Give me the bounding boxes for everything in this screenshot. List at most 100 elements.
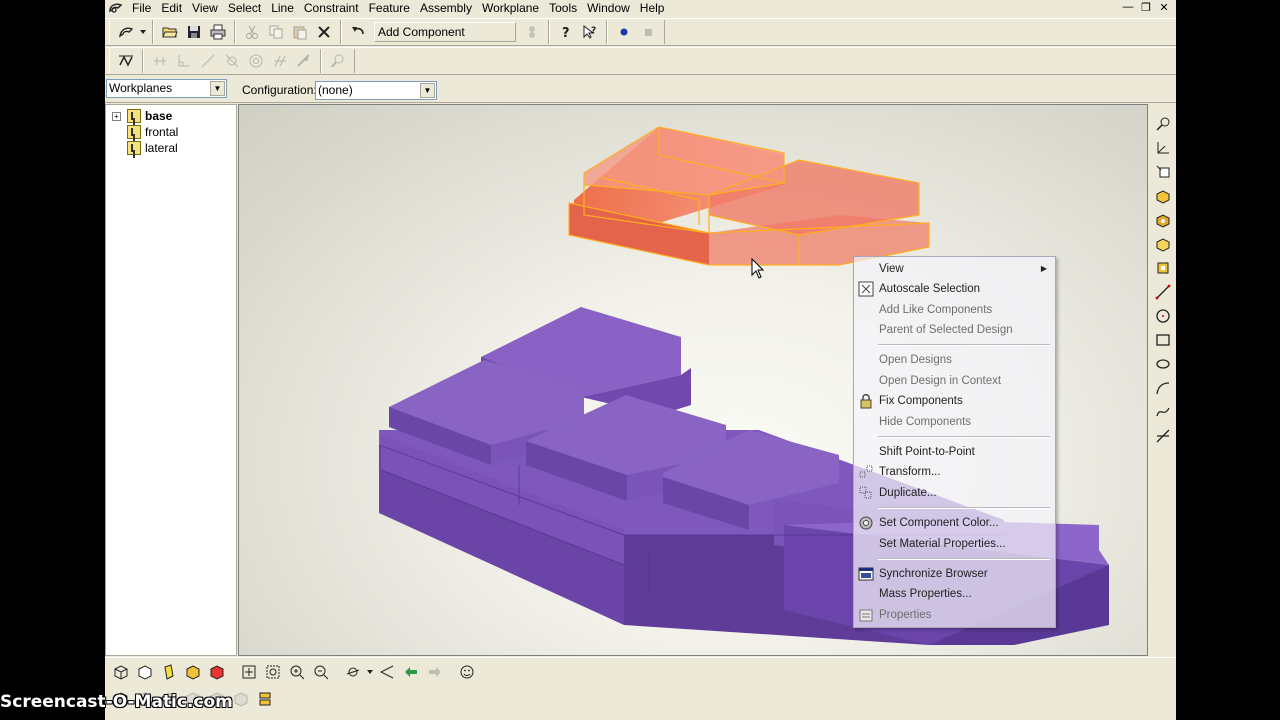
previous-view-icon[interactable] [399,661,423,683]
menu-item-set-component-color[interactable]: Set Component Color... [854,513,1055,533]
stop-icon[interactable] [636,21,660,43]
undo-icon[interactable] [346,21,370,43]
workplane-tool-icon[interactable] [1149,160,1176,184]
menu-item-mass-properties[interactable]: Mass Properties... [854,584,1055,604]
delete-icon[interactable] [312,21,336,43]
concentric-icon[interactable] [244,50,268,72]
menu-select[interactable]: Select [223,0,266,16]
hidden-line-view-icon[interactable] [133,661,157,683]
menu-item-duplicate[interactable]: Duplicate... [854,483,1055,503]
sketch-tool-icon[interactable] [114,21,138,43]
workplanes-select[interactable]: Workplanes ▼ [106,79,227,98]
restore-icon[interactable]: ❐ [1138,0,1154,14]
arc-tool-icon[interactable] [1149,376,1176,400]
record-icon[interactable] [612,21,636,43]
render-view-icon[interactable] [205,661,229,683]
zoom-window-icon[interactable] [261,661,285,683]
menu-item-parent-of-selected-design[interactable]: Parent of Selected Design [854,320,1055,340]
extrude-icon[interactable] [1149,184,1176,208]
coincident-icon[interactable] [292,50,316,72]
spline-tool-icon[interactable] [1149,400,1176,424]
context-help-icon[interactable]: ? [578,21,602,43]
paste-icon[interactable] [288,21,312,43]
menu-item-view[interactable]: View ▶ [854,259,1055,279]
menu-item-properties[interactable]: Properties [854,605,1055,625]
copy-icon[interactable] [264,21,288,43]
open-folder-icon[interactable] [158,21,182,43]
rotate-view-icon[interactable] [341,661,365,683]
shaded-edges-view-icon[interactable] [181,661,205,683]
menu-workplane[interactable]: Workplane [477,0,544,16]
perpendicular-icon[interactable] [172,50,196,72]
expand-icon[interactable]: + [112,111,121,121]
chevron-down-icon[interactable]: ▼ [420,83,435,98]
ellipse-tool-icon[interactable] [1149,352,1176,376]
menu-separator [878,507,1050,509]
zoom-out-icon[interactable] [309,661,333,683]
rectangle-tool-icon[interactable] [1149,328,1176,352]
menu-item-transform[interactable]: Transform... [854,462,1055,482]
menu-view[interactable]: View [187,0,223,16]
menu-constraint[interactable]: Constraint [299,0,364,16]
menu-line[interactable]: Line [266,0,299,16]
close-icon[interactable]: ✕ [1156,0,1172,14]
feature-stack-icon[interactable] [253,688,277,710]
menu-item-add-like-components[interactable]: Add Like Components [854,300,1055,320]
zoom-fit-icon[interactable] [237,661,261,683]
analyze-icon[interactable] [326,50,350,72]
look-at-icon[interactable] [375,661,399,683]
menu-feature[interactable]: Feature [364,0,415,16]
tangent-circle-icon[interactable] [220,50,244,72]
menu-item-open-design-in-context[interactable]: Open Design in Context [854,371,1055,391]
chevron-down-icon[interactable]: ▼ [210,81,225,96]
revolve-icon[interactable] [1149,208,1176,232]
shaded-view-icon[interactable] [157,661,181,683]
menu-file[interactable]: File [127,0,156,16]
menu-item-label: Synchronize Browser [879,568,988,580]
add-component-field[interactable]: Add Component [374,22,516,42]
loft-icon[interactable] [1149,232,1176,256]
assembly-tool-icon[interactable] [520,21,544,43]
menu-item-hide-components[interactable]: Hide Components [854,412,1055,432]
dimension-icon[interactable] [114,50,138,72]
help-icon[interactable]: ? [554,21,578,43]
menu-edit[interactable]: Edit [156,0,187,16]
menu-tools[interactable]: Tools [544,0,582,16]
selected-component[interactable] [568,126,930,266]
workplane-axis-icon[interactable] [1149,136,1176,160]
menu-separator [878,558,1050,560]
tangent-line-icon[interactable] [196,50,220,72]
print-icon[interactable] [206,21,230,43]
menu-item-synchronize-browser[interactable]: Synchronize Browser [854,564,1055,584]
horizontal-constraint-icon[interactable] [148,50,172,72]
view-select-icon[interactable] [1149,112,1176,136]
menu-item-autoscale-selection[interactable]: Autoscale Selection [854,279,1055,299]
tree-item-lateral[interactable]: lateral [112,140,178,156]
save-icon[interactable] [182,21,206,43]
feedback-smiley-icon[interactable] [455,661,479,683]
menu-assembly[interactable]: Assembly [415,0,477,16]
menu-item-fix-components[interactable]: Fix Components [854,391,1055,411]
configuration-select[interactable]: (none) ▼ [315,81,437,100]
menu-item-label: Hide Components [879,416,972,428]
app-logo-icon[interactable] [105,0,127,16]
tree-item-frontal[interactable]: frontal [112,124,178,140]
line-tool-icon[interactable] [1149,280,1176,304]
dropdown-arrow-icon[interactable] [365,661,375,683]
menu-help[interactable]: Help [635,0,670,16]
shell-icon[interactable] [1149,256,1176,280]
parallel-icon[interactable] [268,50,292,72]
menu-item-shift-point-to-point[interactable]: Shift Point-to-Point [854,442,1055,462]
trim-tool-icon[interactable] [1149,424,1176,448]
cut-icon[interactable] [240,21,264,43]
menu-window[interactable]: Window [582,0,635,16]
menu-item-set-material-properties[interactable]: Set Material Properties... [854,534,1055,554]
menu-item-open-designs[interactable]: Open Designs [854,350,1055,370]
next-view-icon[interactable] [423,661,447,683]
circle-tool-icon[interactable] [1149,304,1176,328]
wireframe-view-icon[interactable] [109,661,133,683]
dropdown-arrow-icon[interactable] [138,21,148,43]
minimize-icon[interactable]: — [1120,0,1136,14]
tree-item-base[interactable]: + base [112,108,172,124]
zoom-in-icon[interactable] [285,661,309,683]
